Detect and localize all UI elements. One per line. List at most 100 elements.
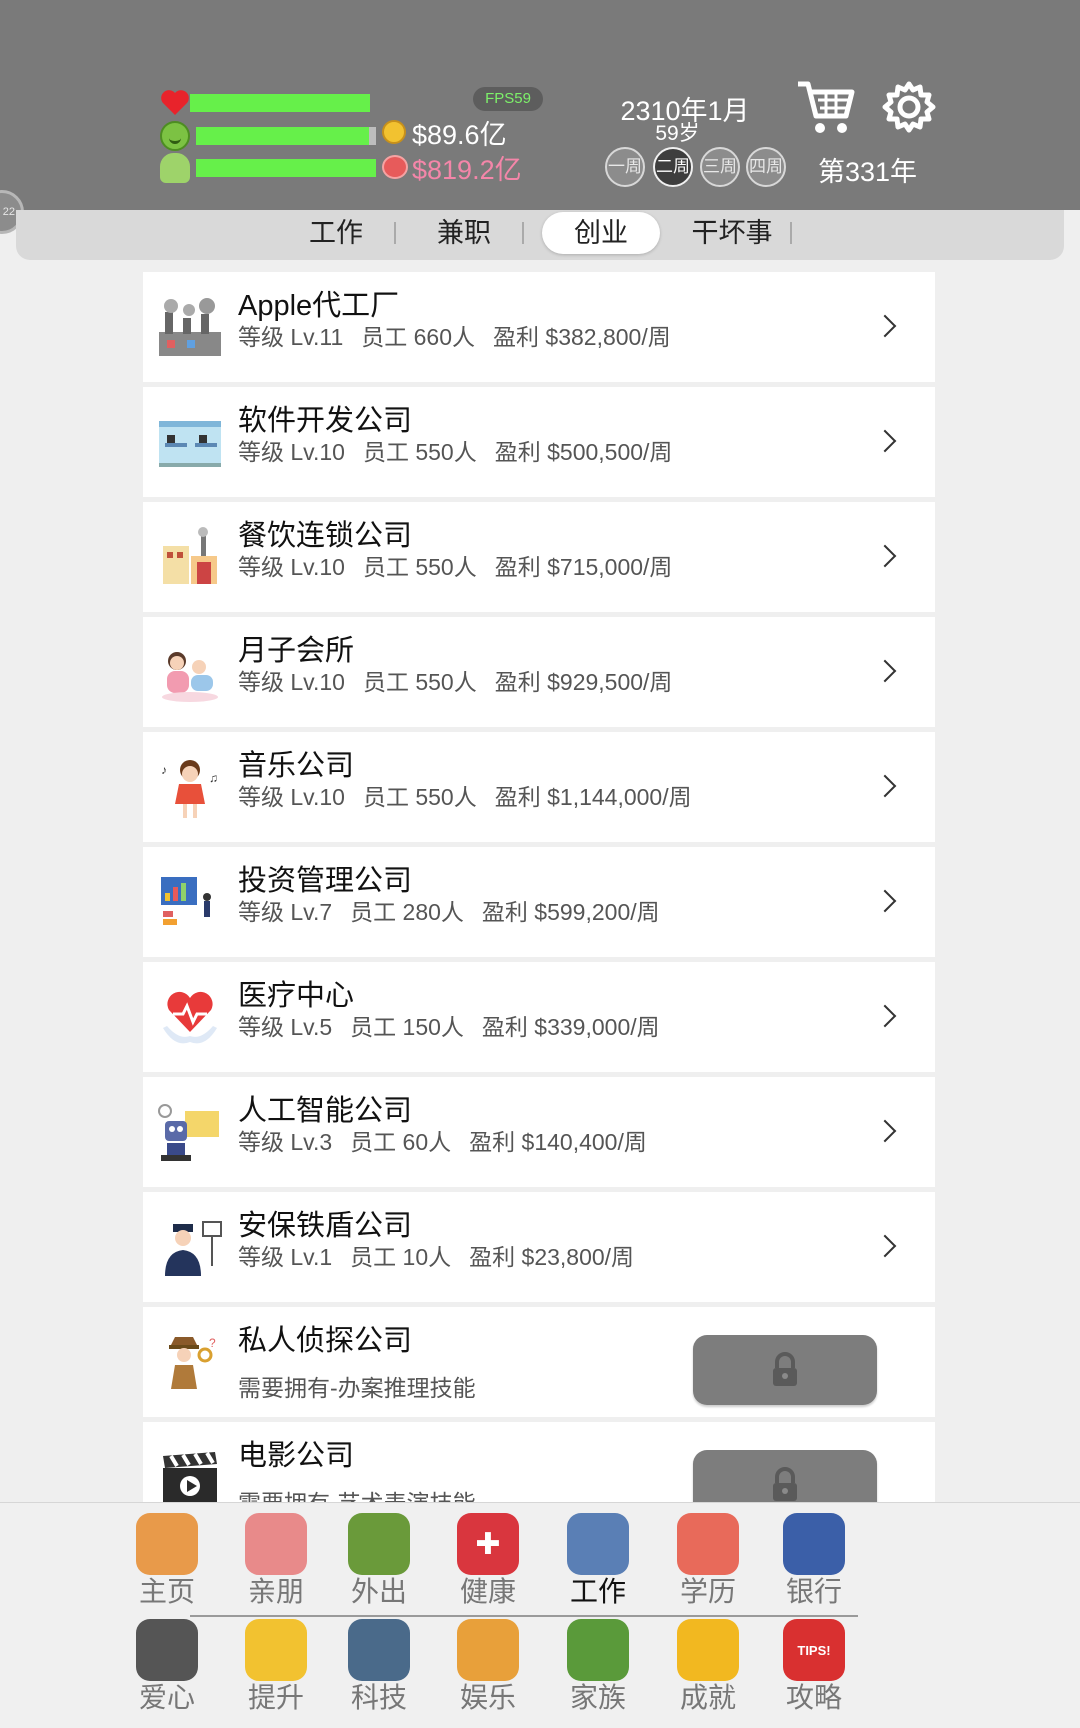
chevron-right-icon[interactable] (873, 429, 897, 453)
tab-label: 干坏事 (691, 218, 773, 248)
chevron-right-icon[interactable] (873, 314, 897, 338)
business-name: 电影公司 (238, 1440, 355, 1472)
singer-icon: ♪ ♫ (155, 752, 225, 822)
nav-item[interactable]: 娱乐 (438, 1617, 538, 1721)
status-header: 22 FPS59 $89.6亿 $819.2亿 2310年1月 59岁 一周 二… (0, 0, 1080, 234)
business-profit: 盈利 $500,500/周 (494, 439, 673, 465)
nav-label: 银行 (785, 1576, 842, 1607)
nav-label: 娱乐 (459, 1682, 516, 1713)
tab-startup[interactable]: 创业 (542, 212, 660, 254)
svg-text:♪: ♪ (161, 763, 167, 777)
assets-display: $819.2亿 (382, 150, 522, 185)
business-card[interactable]: Apple代工厂 等级 Lv.11 员工 660人 盈利 $382,800/周 (143, 272, 935, 382)
nav-item[interactable]: 工作 (548, 1511, 648, 1615)
chevron-right-icon[interactable] (873, 1234, 897, 1258)
business-staff: 员工 280人 (350, 899, 464, 925)
bank-icon (783, 1513, 845, 1575)
chevron-right-icon[interactable] (873, 774, 897, 798)
shopping-cart-icon[interactable] (796, 78, 856, 136)
chevron-right-icon[interactable] (873, 544, 897, 568)
nav-label: 成就 (679, 1682, 736, 1713)
business-card[interactable]: 软件开发公司 等级 Lv.10 员工 550人 盈利 $500,500/周 (143, 387, 935, 497)
nav-item[interactable]: 亲朋 (226, 1511, 326, 1615)
category-tabs: 工作 兼职 创业 干坏事 (16, 210, 1064, 260)
locked-button[interactable] (693, 1335, 877, 1405)
tab-mischief[interactable]: 干坏事 (682, 210, 792, 256)
nav-item[interactable]: 外出 (329, 1511, 429, 1615)
nav-item[interactable]: 家族 (548, 1617, 648, 1721)
nav-item[interactable]: 银行 (764, 1511, 864, 1615)
business-level: 等级 Lv.10 (238, 439, 345, 465)
business-level: 等级 Lv.10 (238, 669, 345, 695)
year-counter: 第331年 (818, 157, 918, 187)
gear-icon[interactable] (882, 80, 936, 134)
week-button-4[interactable]: 四周 (746, 147, 786, 187)
business-card[interactable]: 投资管理公司 等级 Lv.7 员工 280人 盈利 $599,200/周 (143, 847, 935, 957)
nav-label: 学历 (679, 1576, 736, 1607)
business-card[interactable]: 医疗中心 等级 Lv.5 员工 150人 盈利 $339,000/周 (143, 962, 935, 1072)
health-stat (160, 88, 370, 118)
nav-item[interactable]: TIPS! 攻略 (764, 1617, 864, 1721)
business-staff: 员工 550人 (362, 784, 477, 810)
study-icon (677, 1513, 739, 1575)
locked-business-card: ? 私人侦探公司需要拥有-办案推理技能 (143, 1307, 935, 1417)
business-card[interactable]: 安保铁盾公司 等级 Lv.1 员工 10人 盈利 $23,800/周 (143, 1192, 935, 1302)
week-button-2[interactable]: 二周 (653, 147, 693, 187)
tab-parttime[interactable]: 兼职 (414, 210, 524, 256)
week-button-3[interactable]: 三周 (700, 147, 740, 187)
nav-item[interactable]: 提升 (226, 1617, 326, 1721)
detective-icon: ? (155, 1327, 225, 1397)
office-icon (155, 407, 225, 477)
heart-hands-icon (155, 982, 225, 1052)
svg-text:♫: ♫ (209, 771, 218, 785)
locked-button[interactable] (693, 1450, 877, 1502)
tab-work[interactable]: 工作 (286, 210, 396, 256)
business-level: 等级 Lv.3 (238, 1129, 333, 1155)
mood-stat (160, 121, 376, 151)
business-info: 等级 Lv.10 员工 550人 盈利 $929,500/周 (238, 663, 690, 697)
lock-icon (773, 1352, 797, 1386)
unlock-requirement: 需要拥有-办案推理技能 (238, 1375, 476, 1401)
business-level: 等级 Lv.11 (238, 324, 344, 350)
business-name: 私人侦探公司 (238, 1325, 413, 1357)
business-level: 等级 Lv.5 (238, 1014, 333, 1040)
cash-display: $89.6亿 (382, 115, 507, 150)
chevron-right-icon[interactable] (873, 1004, 897, 1028)
business-info: 等级 Lv.11 员工 660人 盈利 $382,800/周 (238, 318, 689, 352)
worker-icon (567, 1513, 629, 1575)
business-profit: 盈利 $140,400/周 (469, 1129, 647, 1155)
fps-counter: FPS59 (473, 87, 543, 111)
scientist-icon (348, 1619, 410, 1681)
business-card[interactable]: 人工智能公司 等级 Lv.3 员工 60人 盈利 $140,400/周 (143, 1077, 935, 1187)
husky-icon (136, 1619, 198, 1681)
chevron-right-icon[interactable] (873, 1119, 897, 1143)
nav-item[interactable]: 爱心 (117, 1617, 217, 1721)
business-profit: 盈利 $929,500/周 (494, 669, 673, 695)
nav-item[interactable]: ✚ 健康 (438, 1511, 538, 1615)
heart-icon (160, 88, 190, 118)
nav-item[interactable]: 主页 (117, 1511, 217, 1615)
business-level: 等级 Lv.1 (238, 1244, 333, 1270)
trophy-icon (677, 1619, 739, 1681)
locked-business-card: 电影公司需要拥有-艺术表演技能 (143, 1422, 935, 1502)
business-card[interactable]: 月子会所 等级 Lv.10 员工 550人 盈利 $929,500/周 (143, 617, 935, 727)
nav-label: 工作 (569, 1576, 626, 1607)
business-level: 等级 Lv.10 (238, 554, 345, 580)
nav-item[interactable]: 学历 (658, 1511, 758, 1615)
nav-item[interactable]: 成就 (658, 1617, 758, 1721)
nav-label: 健康 (459, 1576, 516, 1607)
nav-item[interactable]: 科技 (329, 1617, 429, 1721)
business-info: 等级 Lv.3 员工 60人 盈利 $140,400/周 (238, 1123, 665, 1157)
business-info: 等级 Lv.10 员工 550人 盈利 $715,000/周 (238, 548, 690, 582)
week-button-1[interactable]: 一周 (605, 147, 645, 187)
nav-label: 亲朋 (247, 1576, 304, 1607)
business-card[interactable]: ♪ ♫ 音乐公司 等级 Lv.10 员工 550人 盈利 $1,144,000/周 (143, 732, 935, 842)
lock-icon (773, 1467, 797, 1501)
bulb-icon (245, 1619, 307, 1681)
chevron-right-icon[interactable] (873, 889, 897, 913)
business-info: 等级 Lv.7 员工 280人 盈利 $599,200/周 (238, 893, 678, 927)
handshake-icon (245, 1513, 307, 1575)
business-card[interactable]: 餐饮连锁公司 等级 Lv.10 员工 550人 盈利 $715,000/周 (143, 502, 935, 612)
chevron-right-icon[interactable] (873, 659, 897, 683)
unlock-requirement: 需要拥有-艺术表演技能 (238, 1484, 476, 1502)
